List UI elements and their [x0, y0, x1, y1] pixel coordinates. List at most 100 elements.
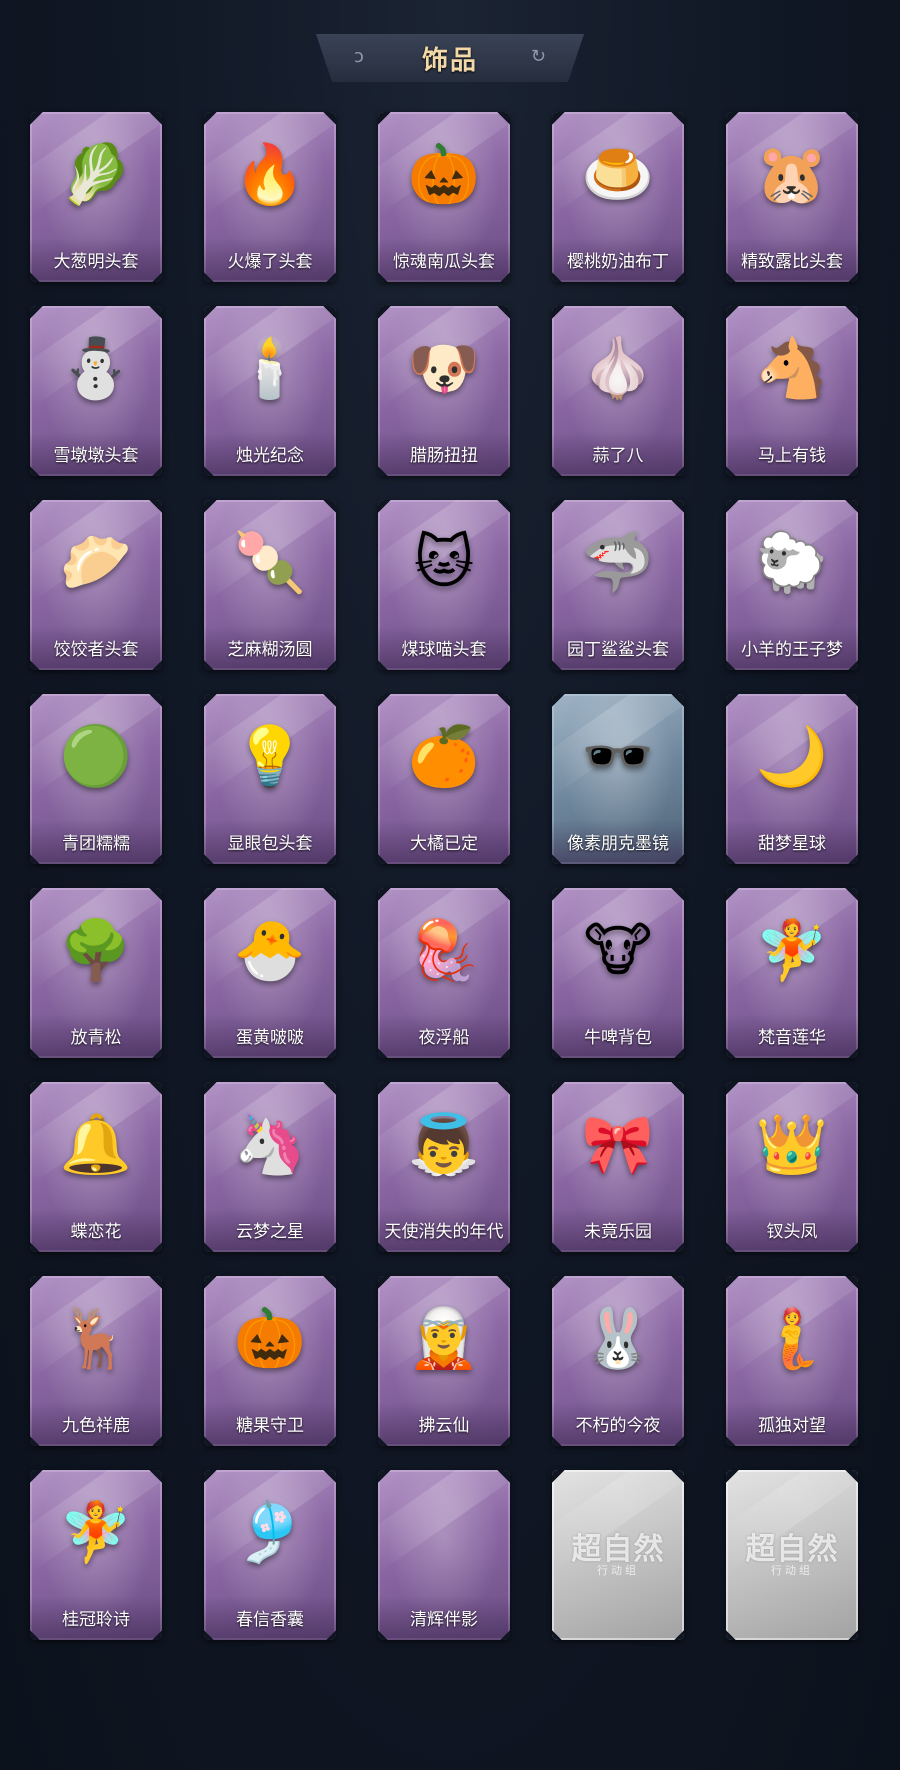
accessory-label: 饺饺者头套	[53, 640, 139, 660]
accessory-label: 显眼包头套	[227, 834, 313, 854]
header-banner: ↄ 饰品 ↻	[316, 34, 584, 82]
accessory-card[interactable]: 超自然 行动组	[552, 1470, 684, 1640]
accessory-card[interactable]: 🍡 芝麻糊汤圆	[204, 500, 336, 670]
accessory-label: 雪墩墩头套	[53, 446, 139, 466]
accessory-icon: 🍮	[581, 140, 655, 208]
accessory-card[interactable]: 🟢 青团糯糯	[30, 694, 162, 864]
accessory-label: 夜浮船	[418, 1028, 470, 1048]
accessory-card[interactable]: 🥬 大葱明头套	[30, 112, 162, 282]
accessory-card[interactable]: 🪼 夜浮船	[378, 888, 510, 1058]
accessory-card[interactable]: 🐣 蛋黄啵啵	[204, 888, 336, 1058]
accessory-icon: 🔔	[59, 1110, 133, 1178]
accessory-icon: 🐱	[413, 528, 475, 596]
accessory-card[interactable]: 🦌 九色祥鹿	[30, 1276, 162, 1446]
accessory-label: 牛啤背包	[584, 1028, 652, 1048]
accessory-grid: 🥬 大葱明头套 🔥 火爆了头套 🎃 惊魂南瓜头套 🍮 樱桃奶油布丁 🐹 精致露比头套 ⛄ 雪墩墩头套 🕯…	[30, 112, 858, 1642]
accessory-label: 梵音莲华	[758, 1028, 826, 1048]
accessory-label: 园丁鲨鲨头套	[567, 640, 669, 660]
accessory-label: 大葱明头套	[53, 252, 139, 272]
accessory-card[interactable]: 🍊 大橘已定	[378, 694, 510, 864]
accessory-icon: 👼	[407, 1110, 481, 1178]
accessory-card[interactable]: 💡 显眼包头套	[204, 694, 336, 864]
accessory-label: 精致露比头套	[741, 252, 843, 272]
accessory-card[interactable]: 超自然 行动组	[726, 1470, 858, 1640]
accessory-card[interactable]: 🐴 马上有钱	[726, 306, 858, 476]
accessory-card[interactable]: 🧝 拂云仙	[378, 1276, 510, 1446]
accessory-icon: 🔥	[233, 140, 307, 208]
accessory-card[interactable]: 🌙 甜梦星球	[726, 694, 858, 864]
accessory-label: 糖果守卫	[236, 1416, 304, 1436]
accessory-icon: 🐣	[233, 916, 307, 984]
accessory-card[interactable]: 👼 天使消失的年代	[378, 1082, 510, 1252]
accessory-card[interactable]: 🧚 梵音莲华	[726, 888, 858, 1058]
accessory-card[interactable]: 🕶️ 像素朋克墨镜	[552, 694, 684, 864]
accessory-card[interactable]: 🦈 园丁鲨鲨头套	[552, 500, 684, 670]
accessory-card[interactable]: 🕯️ 烛光纪念	[204, 306, 336, 476]
accessory-card[interactable]: 🎃 惊魂南瓜头套	[378, 112, 510, 282]
accessory-icon: 🐑	[755, 528, 829, 596]
accessory-icon: 🎃	[233, 1304, 307, 1372]
accessory-card[interactable]: 🔔 蝶恋花	[30, 1082, 162, 1252]
label-band	[552, 1596, 684, 1640]
accessory-label: 放青松	[70, 1028, 122, 1048]
ornament-right-icon: ↻	[530, 46, 546, 67]
accessory-icon: 🦌	[59, 1304, 133, 1372]
accessory-card[interactable]: 🍮 樱桃奶油布丁	[552, 112, 684, 282]
accessory-icon: 🥟	[59, 528, 133, 596]
accessory-icon: 🐶	[407, 334, 481, 402]
accessory-icon: 👑	[755, 1110, 829, 1178]
accessory-icon: 🎀	[581, 1110, 655, 1178]
accessory-card[interactable]: 🥟 饺饺者头套	[30, 500, 162, 670]
accessory-icon: 🍊	[407, 722, 481, 790]
accessory-label: 天使消失的年代	[384, 1222, 504, 1242]
accessory-card[interactable]: 👑 钗头凤	[726, 1082, 858, 1252]
accessory-icon: 🧄	[581, 334, 655, 402]
accessory-icon: ⛄	[59, 334, 133, 402]
accessory-icon: 🌙	[755, 722, 829, 790]
accessory-card[interactable]: 🐱 煤球喵头套	[378, 500, 510, 670]
accessory-card[interactable]: 🐹 精致露比头套	[726, 112, 858, 282]
accessory-icon: 🪼	[407, 916, 481, 984]
accessory-label: 甜梦星球	[758, 834, 826, 854]
accessory-card[interactable]: 🐑 小羊的王子梦	[726, 500, 858, 670]
accessory-icon: 🧚	[59, 1498, 133, 1566]
accessory-icon: 💡	[233, 722, 307, 790]
accessory-icon: 🧜	[755, 1304, 829, 1372]
accessory-label: 青团糯糯	[62, 834, 130, 854]
accessory-card[interactable]: 🔥 火爆了头套	[204, 112, 336, 282]
accessory-icon: 🕶️	[581, 722, 655, 790]
accessory-label: 烛光纪念	[236, 446, 304, 466]
accessory-card[interactable]: 清辉伴影	[378, 1470, 510, 1640]
accessory-card[interactable]: 🧚 桂冠聆诗	[30, 1470, 162, 1640]
accessory-icon: 🦄	[233, 1110, 307, 1178]
accessory-card[interactable]: 🌳 放青松	[30, 888, 162, 1058]
accessory-icon: 🟢	[59, 722, 133, 790]
accessory-card[interactable]: 🎐 春信香囊	[204, 1470, 336, 1640]
accessory-label: 钗头凤	[766, 1222, 818, 1242]
accessory-icon: 🧚	[755, 916, 829, 984]
accessory-card[interactable]: 🐮 牛啤背包	[552, 888, 684, 1058]
accessory-icon: 🧝	[407, 1304, 481, 1372]
accessory-icon: 🍡	[233, 528, 307, 596]
accessory-icon: 🐰	[581, 1304, 655, 1372]
accessory-label: 清辉伴影	[410, 1610, 478, 1630]
accessory-label: 樱桃奶油布丁	[567, 252, 669, 272]
accessory-label: 小羊的王子梦	[741, 640, 843, 660]
accessory-label: 云梦之星	[236, 1222, 304, 1242]
accessory-card[interactable]: 🎃 糖果守卫	[204, 1276, 336, 1446]
accessory-card[interactable]: 🦄 云梦之星	[204, 1082, 336, 1252]
accessory-card[interactable]: 🐰 不朽的今夜	[552, 1276, 684, 1446]
accessory-label: 火爆了头套	[227, 252, 313, 272]
accessory-card[interactable]: ⛄ 雪墩墩头套	[30, 306, 162, 476]
accessory-card[interactable]: 🎀 未竟乐园	[552, 1082, 684, 1252]
accessory-card[interactable]: 🐶 腊肠扭扭	[378, 306, 510, 476]
accessory-card[interactable]: 🧜 孤独对望	[726, 1276, 858, 1446]
accessory-label: 马上有钱	[758, 446, 826, 466]
accessory-card[interactable]: 🧄 蒜了八	[552, 306, 684, 476]
accessory-label: 桂冠聆诗	[62, 1610, 130, 1630]
accessory-label: 芝麻糊汤圆	[227, 640, 313, 660]
accessory-icon: 🦈	[581, 528, 655, 596]
accessory-label: 未竟乐园	[584, 1222, 652, 1242]
watermark-subtitle: 行动组	[597, 1564, 639, 1577]
accessory-icon: 🐹	[755, 140, 829, 208]
